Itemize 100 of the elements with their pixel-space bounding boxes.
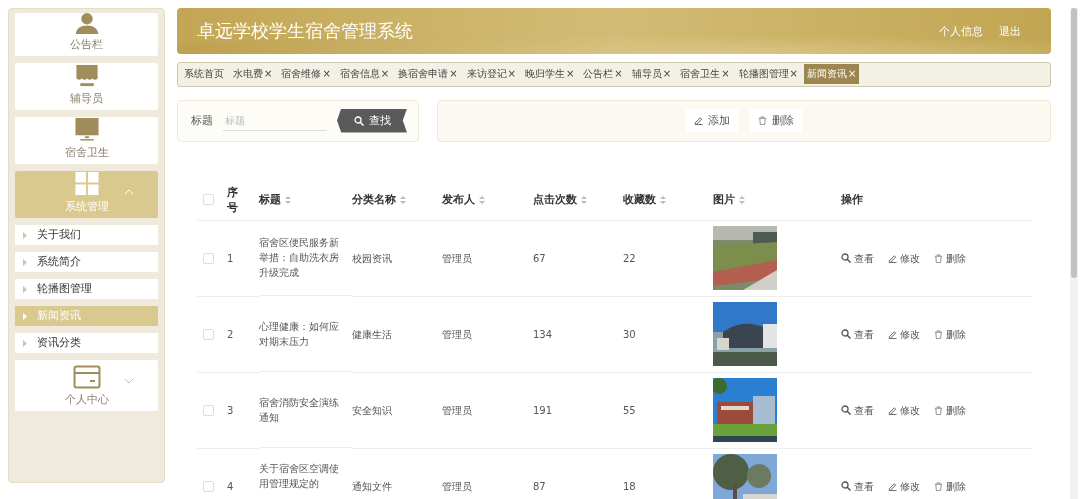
table-cell-text: 通知文件: [352, 479, 393, 494]
delete-button[interactable]: 删除: [750, 109, 802, 132]
page-tab[interactable]: 水电费×: [230, 64, 276, 85]
close-icon[interactable]: ×: [847, 68, 857, 80]
trash-icon: [934, 405, 943, 415]
page-tab[interactable]: 系统首页: [181, 64, 227, 85]
pencil-icon: [888, 405, 897, 415]
view-link[interactable]: 查看: [841, 250, 874, 266]
column-header: 收藏数: [623, 192, 656, 207]
column-header: 标题: [259, 192, 281, 207]
page-tab[interactable]: 轮播图管理×: [735, 64, 801, 85]
delete-link[interactable]: 删除: [934, 326, 966, 342]
close-icon[interactable]: ×: [789, 68, 798, 80]
delete-link[interactable]: 删除: [934, 250, 966, 266]
sort-icon[interactable]: [479, 194, 485, 205]
caret-icon: [23, 231, 27, 239]
page-tab[interactable]: 来访登记×: [463, 64, 519, 85]
close-icon[interactable]: ×: [507, 68, 516, 80]
sort-icon[interactable]: [400, 194, 406, 205]
view-link[interactable]: 查看: [841, 402, 874, 418]
delete-link[interactable]: 删除: [934, 478, 966, 494]
caret-icon: [23, 285, 27, 293]
table-cell-text: 管理员: [442, 479, 473, 494]
checkbox[interactable]: [203, 194, 214, 205]
submenu-item[interactable]: 轮播图管理: [15, 279, 158, 299]
caret-icon: [23, 312, 27, 320]
caret-icon: [23, 258, 27, 266]
sort-icon[interactable]: [739, 194, 745, 205]
table-cell-text: 管理员: [442, 251, 473, 266]
trash-icon: [934, 253, 943, 263]
search-icon: [841, 481, 851, 491]
table-cell-text: 1: [227, 251, 235, 266]
page-tab[interactable]: 换宿舍申请×: [395, 64, 461, 85]
edit-link[interactable]: 修改: [888, 402, 920, 418]
column-header: 发布人: [442, 192, 475, 207]
sidebar-item[interactable]: 宿舍卫生: [15, 117, 158, 164]
sort-icon[interactable]: [660, 194, 666, 205]
close-icon[interactable]: ×: [614, 68, 623, 80]
edit-link[interactable]: 修改: [888, 478, 920, 494]
edit-link[interactable]: 修改: [888, 250, 920, 266]
sidebar-item[interactable]: 个人中心: [15, 360, 158, 411]
page-tab[interactable]: 宿舍卫生×: [677, 64, 733, 85]
monitor-icon: [73, 117, 100, 142]
card-icon: [72, 365, 101, 389]
title-input[interactable]: 标题: [223, 110, 327, 131]
close-icon[interactable]: ×: [264, 68, 273, 80]
table-cell-text: 心理健康：如何应对期末压力: [259, 319, 340, 349]
scrollbar[interactable]: [1070, 8, 1078, 499]
column-header: 序号: [227, 184, 238, 215]
sort-icon[interactable]: [581, 194, 587, 205]
page-tab[interactable]: 新闻资讯×: [803, 64, 860, 85]
submenu-item[interactable]: 系统简介: [15, 252, 158, 272]
table-cell-text: 安全知识: [352, 403, 393, 418]
table-cell-text: 55: [623, 403, 637, 418]
sidebar-item[interactable]: 公告栏: [15, 13, 158, 56]
caret-icon: [23, 339, 27, 347]
search-icon: [841, 405, 851, 415]
submenu-item[interactable]: 资讯分类: [15, 333, 158, 353]
checkbox[interactable]: [203, 328, 214, 340]
table-cell-text: 管理员: [442, 327, 473, 342]
page-tab[interactable]: 宿舍信息×: [336, 64, 393, 85]
table-cell-text: 宿舍区便民服务新举措：自助洗衣房升级完成: [259, 236, 340, 280]
table-cell-text: 18: [623, 479, 637, 494]
column-header: 图片: [713, 192, 735, 207]
close-icon[interactable]: ×: [449, 68, 458, 80]
search-icon: [841, 253, 851, 263]
trash-icon: [934, 329, 943, 339]
page-tab[interactable]: 宿舍维修×: [278, 64, 334, 85]
checkbox[interactable]: [203, 252, 214, 264]
submenu-item[interactable]: 关于我们: [15, 225, 158, 245]
checkbox[interactable]: [203, 404, 214, 416]
close-icon[interactable]: ×: [322, 68, 331, 80]
view-link[interactable]: 查看: [841, 326, 874, 342]
add-button[interactable]: 添加: [686, 109, 738, 132]
search-icon: [353, 115, 364, 126]
table-cell-text: 2: [227, 327, 235, 342]
view-link[interactable]: 查看: [841, 478, 874, 494]
table-cell-text: 校园资讯: [352, 251, 393, 266]
sort-icon[interactable]: [285, 194, 291, 205]
sidebar-item[interactable]: 辅导员: [15, 63, 158, 110]
table-cell-text: 30: [623, 327, 637, 342]
close-icon[interactable]: ×: [662, 68, 672, 80]
delete-link[interactable]: 删除: [934, 402, 966, 418]
edit-link[interactable]: 修改: [888, 326, 920, 342]
close-icon[interactable]: ×: [721, 68, 730, 80]
pencil-icon: [888, 329, 897, 339]
page-tab[interactable]: 辅导员×: [628, 64, 675, 85]
trash-icon: [758, 116, 767, 125]
table-cell-text: 22: [623, 251, 637, 266]
page-tab[interactable]: 晚归学生×: [521, 64, 578, 85]
checkbox[interactable]: [203, 480, 214, 492]
page-tab[interactable]: 公告栏×: [580, 64, 626, 85]
awning-icon: [73, 63, 100, 88]
table-cell-text: 宿舍消防安全演练通知: [259, 395, 340, 425]
column-header: 点击次数: [533, 192, 577, 207]
search-button[interactable]: 查找: [337, 108, 407, 133]
grid-icon: [73, 171, 100, 196]
trash-icon: [934, 481, 943, 491]
close-icon[interactable]: ×: [565, 68, 575, 80]
close-icon[interactable]: ×: [380, 68, 390, 80]
